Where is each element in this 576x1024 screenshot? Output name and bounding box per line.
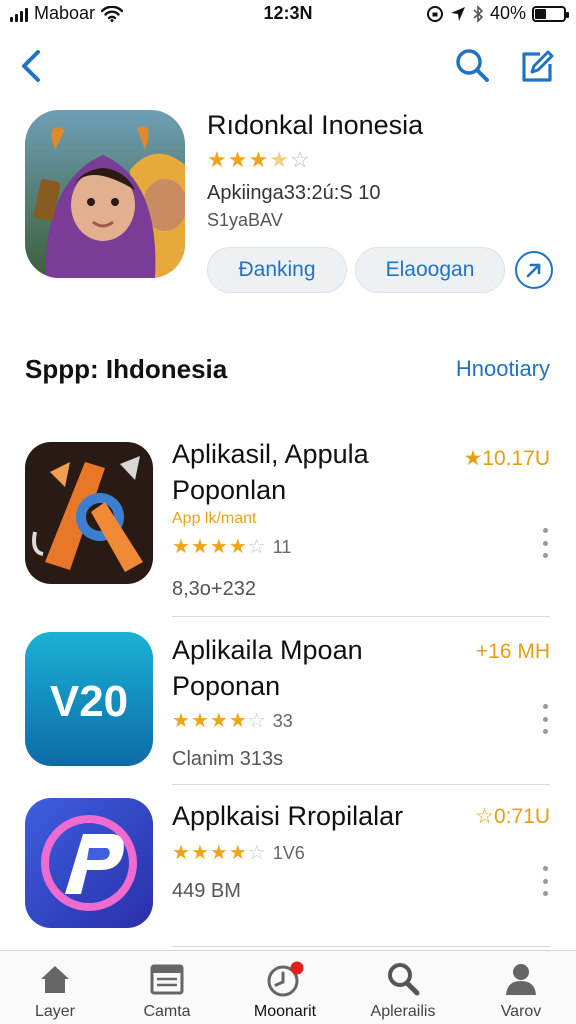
search-button[interactable] [450, 44, 494, 88]
app-rating-count: 11 [272, 537, 292, 557]
app-list-item[interactable]: Applkaisi Rropilalar ★★★★☆ 1V6 449 BM ☆0:… [0, 798, 576, 933]
status-right: 40% [426, 3, 569, 24]
hero-meta-line1: Apkiinga33:2ú:S 10 [207, 182, 381, 204]
section-see-all-link[interactable]: Hnootiary [456, 356, 550, 382]
tab-varov[interactable]: Varov [466, 959, 576, 1021]
star-icon: ★ [209, 536, 229, 558]
tab-label: Varov [500, 1003, 542, 1020]
star-icon: ★ [227, 147, 249, 172]
app-rating-stars: ★★★★☆ 33 [172, 708, 293, 733]
app-price[interactable]: ☆0:71U [475, 804, 550, 829]
app-rating-count: 1V6 [272, 843, 305, 863]
chevron-left-icon [22, 50, 40, 82]
star-icon: ★ [269, 147, 290, 172]
app-rating-count: 33 [272, 711, 293, 731]
tab-label: Camta [143, 1003, 191, 1020]
p-logo-icon [25, 798, 153, 928]
divider [172, 946, 550, 947]
tab-moonarit[interactable]: Moonarit [230, 959, 340, 1021]
rating-stars: ★★★★☆ [172, 536, 267, 558]
divider [172, 784, 550, 785]
more-options-icon[interactable] [540, 866, 550, 896]
clock-badge-icon [267, 961, 304, 997]
compose-icon [522, 50, 554, 82]
star-icon: ★ [172, 710, 191, 732]
star-icon: ★ [248, 147, 270, 172]
tab-bar: Layer Camta Moonarit Aplerailis Varov [0, 950, 576, 1024]
star-icon: ★ [172, 842, 191, 864]
app-list-item[interactable]: Aplikasil, Appula Poponlan App lk/mant ★… [0, 439, 576, 600]
hero-secondary-button[interactable]: Elaoogan [355, 247, 505, 293]
app-meta: Clanim 313s [172, 748, 284, 770]
v20-icon-label: V20 [50, 677, 128, 726]
app-price[interactable]: +16 MH [476, 640, 550, 664]
hero-primary-button[interactable]: Đanking [207, 247, 347, 293]
hero-app-title: Rıdonkal Inonesia [207, 110, 424, 140]
tab-label: Moonarit [253, 1003, 317, 1020]
person-icon [506, 964, 536, 995]
app-subtitle: App lk/mant [172, 510, 257, 527]
share-button[interactable] [515, 251, 553, 289]
orientation-lock-icon [426, 5, 443, 22]
tab-layer[interactable]: Layer [0, 959, 110, 1021]
hero-rating-stars: ★★★★☆ [207, 147, 311, 173]
divider [172, 616, 550, 617]
back-button[interactable] [14, 44, 54, 88]
star-icon: ★ [228, 710, 248, 732]
battery-fill [535, 8, 547, 19]
app-rating-stars: ★★★★☆ 11 [172, 534, 291, 559]
hero-artwork [25, 110, 185, 278]
location-icon [450, 6, 465, 21]
app-price[interactable]: ★10.17U [463, 446, 550, 471]
v20-icon: V20 [25, 632, 153, 766]
star-icon: ☆ [247, 842, 267, 864]
star-icon: ★ [172, 536, 191, 558]
search-icon [456, 49, 489, 82]
tab-aplerailis[interactable]: Aplerailis [348, 959, 458, 1021]
search-icon [388, 963, 420, 996]
tab-label: Layer [34, 1003, 76, 1020]
bluetooth-icon [473, 4, 484, 23]
star-icon: ★ [228, 842, 248, 864]
tab-camta[interactable]: Camta [112, 959, 222, 1021]
battery-icon [532, 5, 569, 22]
star-icon: ☆ [247, 536, 267, 558]
home-icon [41, 966, 69, 993]
star-icon: ☆ [247, 710, 267, 732]
battery-percent: 40% [489, 3, 526, 23]
app-list-item[interactable]: V20 Aplikaila Mpoan Poponan ★★★★☆ 33 Clan… [0, 632, 576, 772]
compose-button[interactable] [514, 44, 558, 88]
app-name-line1: Aplikaila Mpoan [172, 635, 363, 665]
orange-tool-icon [25, 442, 153, 584]
more-options-icon[interactable] [540, 528, 550, 558]
app-name-line1: Applkaisi Rropilalar [172, 801, 404, 831]
app-name-line2: Poponlan [172, 475, 287, 505]
app-name-line2: Poponan [172, 671, 281, 701]
app-meta: 8,3o+232 [172, 578, 256, 600]
star-icon: ★ [190, 536, 210, 558]
more-options-icon[interactable] [540, 704, 550, 734]
star-icon: ★ [228, 536, 248, 558]
rating-stars: ★★★★☆ [172, 710, 267, 732]
star-icon: ★ [190, 710, 210, 732]
status-bar: Maboar 12:3Ν 40% [0, 0, 576, 28]
star-icon: ★ [209, 710, 229, 732]
calendar-icon [150, 964, 184, 995]
star-icon: ★ [207, 147, 228, 172]
rating-stars: ★★★★☆ [172, 842, 267, 864]
section-title: Sppp: Ihdonesia [25, 354, 228, 384]
app-rating-stars: ★★★★☆ 1V6 [172, 840, 305, 865]
share-arrow-icon [526, 263, 541, 278]
app-name-line1: Aplikasil, Appula [172, 439, 369, 469]
hero-meta-line2: S1yaBAV [207, 210, 283, 230]
nav-bar [0, 38, 576, 94]
star-icon: ★ [190, 842, 210, 864]
star-icon: ☆ [289, 147, 311, 172]
star-icon: ★ [209, 842, 229, 864]
app-meta: 449 BM [172, 880, 241, 902]
hero-app-icon[interactable] [25, 110, 185, 278]
tab-label: Aplerailis [370, 1003, 436, 1020]
